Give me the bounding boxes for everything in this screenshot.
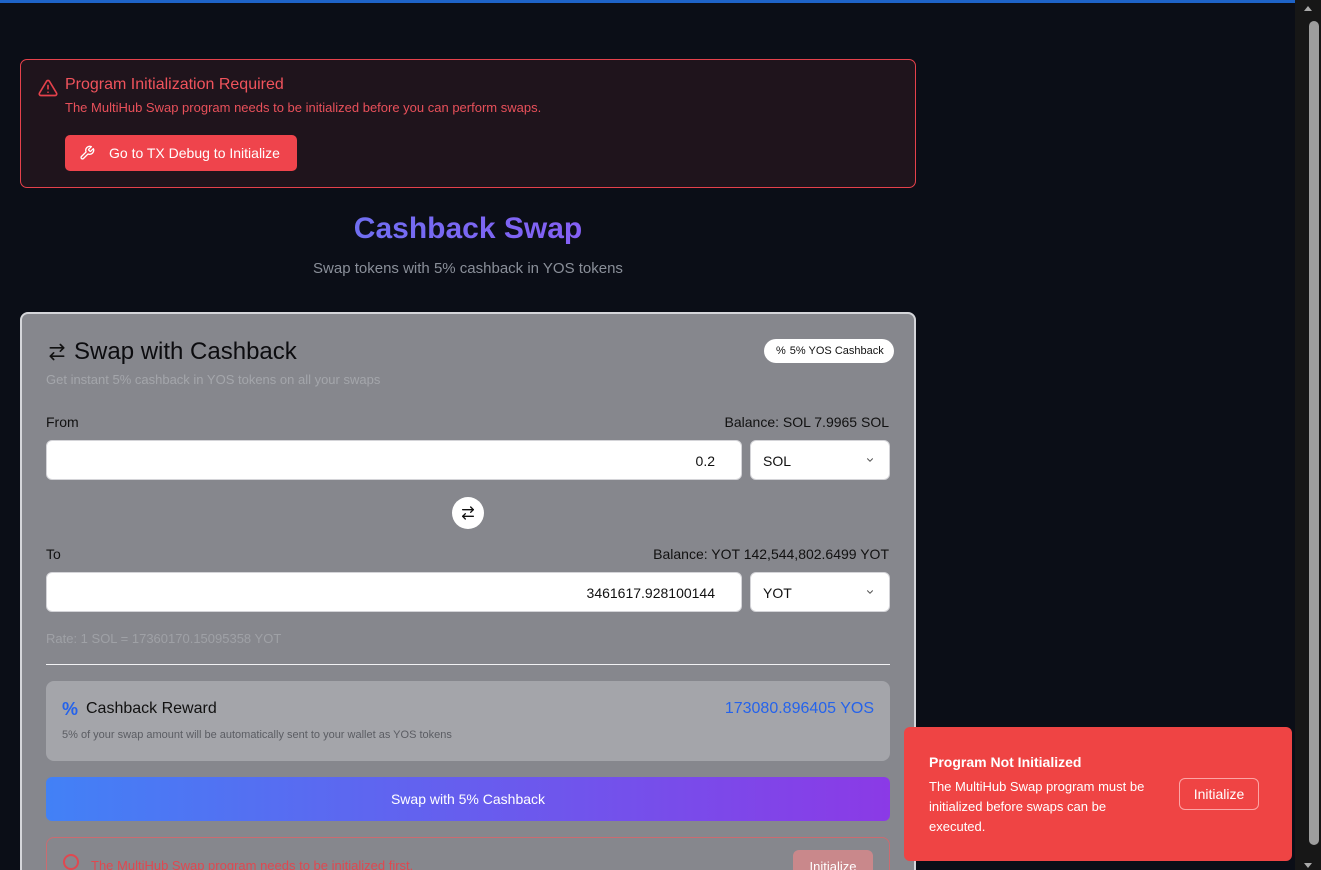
from-balance: Balance: SOL 7.9965 SOL bbox=[724, 414, 889, 430]
page-title: Cashback Swap bbox=[20, 212, 916, 246]
alert-title: Program Initialization Required bbox=[65, 76, 284, 93]
chevron-down-icon bbox=[866, 590, 874, 594]
swap-arrows-icon bbox=[462, 506, 474, 520]
warning-triangle-icon bbox=[38, 79, 58, 97]
swap-arrows-icon bbox=[49, 343, 65, 361]
to-label: To bbox=[46, 546, 61, 562]
from-label: From bbox=[46, 414, 79, 430]
scroll-down-arrow-icon[interactable] bbox=[1304, 863, 1312, 868]
from-token-select[interactable]: SOL bbox=[750, 440, 890, 480]
swap-with-cashback-button[interactable]: Swap with 5% Cashback bbox=[46, 777, 890, 821]
go-to-tx-debug-button[interactable]: Go to TX Debug to Initialize bbox=[65, 135, 297, 171]
scroll-up-arrow-icon[interactable] bbox=[1304, 6, 1312, 11]
error-text: The MultiHub Swap program needs to be in… bbox=[91, 858, 414, 870]
top-progress-line bbox=[0, 0, 1295, 3]
to-amount-input[interactable]: 3461617.928100144 bbox=[46, 572, 742, 612]
card-description: Get instant 5% cashback in YOS tokens on… bbox=[46, 372, 381, 387]
wrench-icon bbox=[80, 145, 95, 160]
divider bbox=[46, 664, 890, 665]
alert-description: The MultiHub Swap program needs to be in… bbox=[65, 100, 542, 115]
swap-direction-button[interactable] bbox=[452, 497, 484, 529]
badge-label: 5% YOS Cashback bbox=[789, 345, 884, 357]
reward-description: 5% of your swap amount will be automatic… bbox=[62, 729, 452, 741]
cashback-reward-panel: % Cashback Reward 173080.896405 YOS 5% o… bbox=[46, 681, 890, 761]
scrollbar-thumb[interactable] bbox=[1309, 21, 1319, 845]
percent-icon: % bbox=[62, 699, 79, 719]
to-token-value: YOT bbox=[763, 585, 792, 601]
init-error-panel: The MultiHub Swap program needs to be in… bbox=[46, 837, 890, 870]
toast-description: The MultiHub Swap program must be initia… bbox=[929, 779, 1145, 834]
from-token-value: SOL bbox=[763, 453, 792, 469]
alert-circle-icon bbox=[63, 854, 79, 870]
swap-card: Swap with Cashback Get instant 5% cashba… bbox=[20, 312, 916, 870]
reward-value: 173080.896405 YOS bbox=[724, 700, 874, 717]
init-required-alert: Program Initialization Required The Mult… bbox=[20, 59, 916, 188]
page-subtitle: Swap tokens with 5% cashback in YOS toke… bbox=[313, 260, 623, 277]
toast-notification: Program Not Initialized The MultiHub Swa… bbox=[904, 727, 1292, 861]
to-token-select[interactable]: YOT bbox=[750, 572, 890, 612]
to-balance: Balance: YOT 142,544,802.6499 YOT bbox=[653, 546, 889, 562]
vertical-scrollbar[interactable] bbox=[1295, 0, 1321, 870]
from-amount-input[interactable]: 0.2 bbox=[46, 440, 742, 480]
reward-title: Cashback Reward bbox=[86, 700, 217, 717]
cashback-badge: % 5% YOS Cashback bbox=[764, 339, 894, 363]
initialize-button[interactable]: Initialize bbox=[793, 850, 873, 870]
card-title: Swap with Cashback bbox=[74, 338, 297, 365]
toast-initialize-button[interactable]: Initialize bbox=[1179, 778, 1259, 810]
chevron-down-icon bbox=[866, 458, 874, 462]
exchange-rate: Rate: 1 SOL = 17360170.15095358 YOT bbox=[46, 631, 282, 646]
percent-icon: % bbox=[776, 345, 786, 357]
toast-title: Program Not Initialized bbox=[929, 754, 1082, 770]
go-to-tx-debug-label: Go to TX Debug to Initialize bbox=[109, 145, 280, 161]
